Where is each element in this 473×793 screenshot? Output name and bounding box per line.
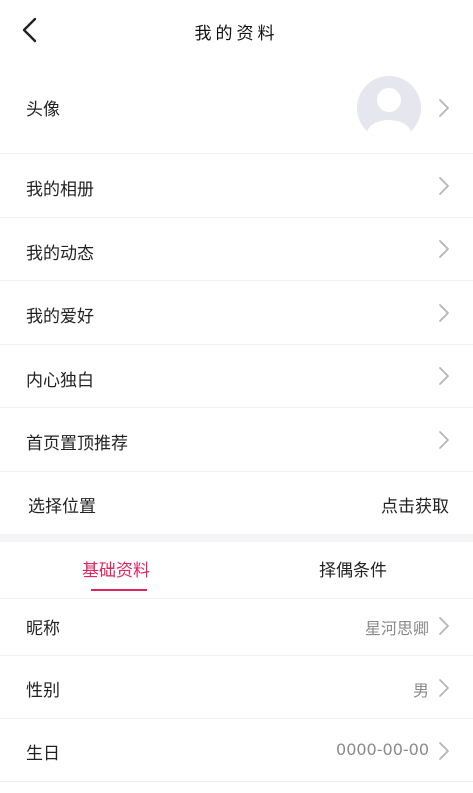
chevron-right-icon xyxy=(439,99,449,117)
moments-row[interactable]: 我的动态 xyxy=(0,218,473,281)
gender-value: 男 xyxy=(412,681,429,700)
monologue-row[interactable]: 内心独白 xyxy=(0,345,473,408)
gender-label: 性别 xyxy=(26,681,60,701)
chevron-right-icon xyxy=(439,304,449,322)
location-label: 选择位置 xyxy=(28,497,96,517)
nickname-value: 星河思卿 xyxy=(364,619,429,638)
active-tab-indicator xyxy=(91,589,147,591)
get-location-button[interactable]: 点击获取 xyxy=(381,492,449,517)
chevron-right-icon xyxy=(439,177,449,195)
album-row[interactable]: 我的相册 xyxy=(0,154,473,218)
chevron-right-icon xyxy=(439,742,449,760)
birthday-label: 生日 xyxy=(26,744,60,764)
hobbies-row[interactable]: 我的爱好 xyxy=(0,281,473,345)
chevron-right-icon xyxy=(439,617,449,635)
top-nav-bar: 我的资料 xyxy=(0,0,473,62)
chevron-right-icon xyxy=(439,431,449,449)
chevron-right-icon xyxy=(439,240,449,258)
homepage-top-row[interactable]: 首页置顶推荐 xyxy=(0,408,473,472)
page-title: 我的资料 xyxy=(194,24,279,44)
avatar-label: 头像 xyxy=(26,100,60,120)
tab-basic-info[interactable]: 基础资料 xyxy=(82,556,150,581)
birthday-row[interactable]: 生日 0000-00-00 xyxy=(0,719,473,782)
nickname-row[interactable]: 昵称 星河思卿 xyxy=(0,598,473,656)
location-row[interactable]: 选择位置 点击获取 xyxy=(0,472,473,534)
section-divider xyxy=(0,534,473,542)
tab-bar: 基础资料 择偶条件 xyxy=(0,542,473,598)
chevron-right-icon xyxy=(439,679,449,697)
album-label: 我的相册 xyxy=(26,180,94,200)
nickname-label: 昵称 xyxy=(26,619,60,639)
homepage-top-label: 首页置顶推荐 xyxy=(26,434,128,454)
birthday-value: 0000-00-00 xyxy=(336,740,429,759)
gender-row[interactable]: 性别 男 xyxy=(0,656,473,719)
monologue-label: 内心独白 xyxy=(26,371,94,391)
moments-label: 我的动态 xyxy=(26,244,94,264)
chevron-right-icon xyxy=(439,367,449,385)
default-user-icon xyxy=(357,76,421,140)
tab-partner-criteria[interactable]: 择偶条件 xyxy=(319,556,387,581)
avatar[interactable] xyxy=(357,76,421,140)
hobbies-label: 我的爱好 xyxy=(26,307,94,327)
